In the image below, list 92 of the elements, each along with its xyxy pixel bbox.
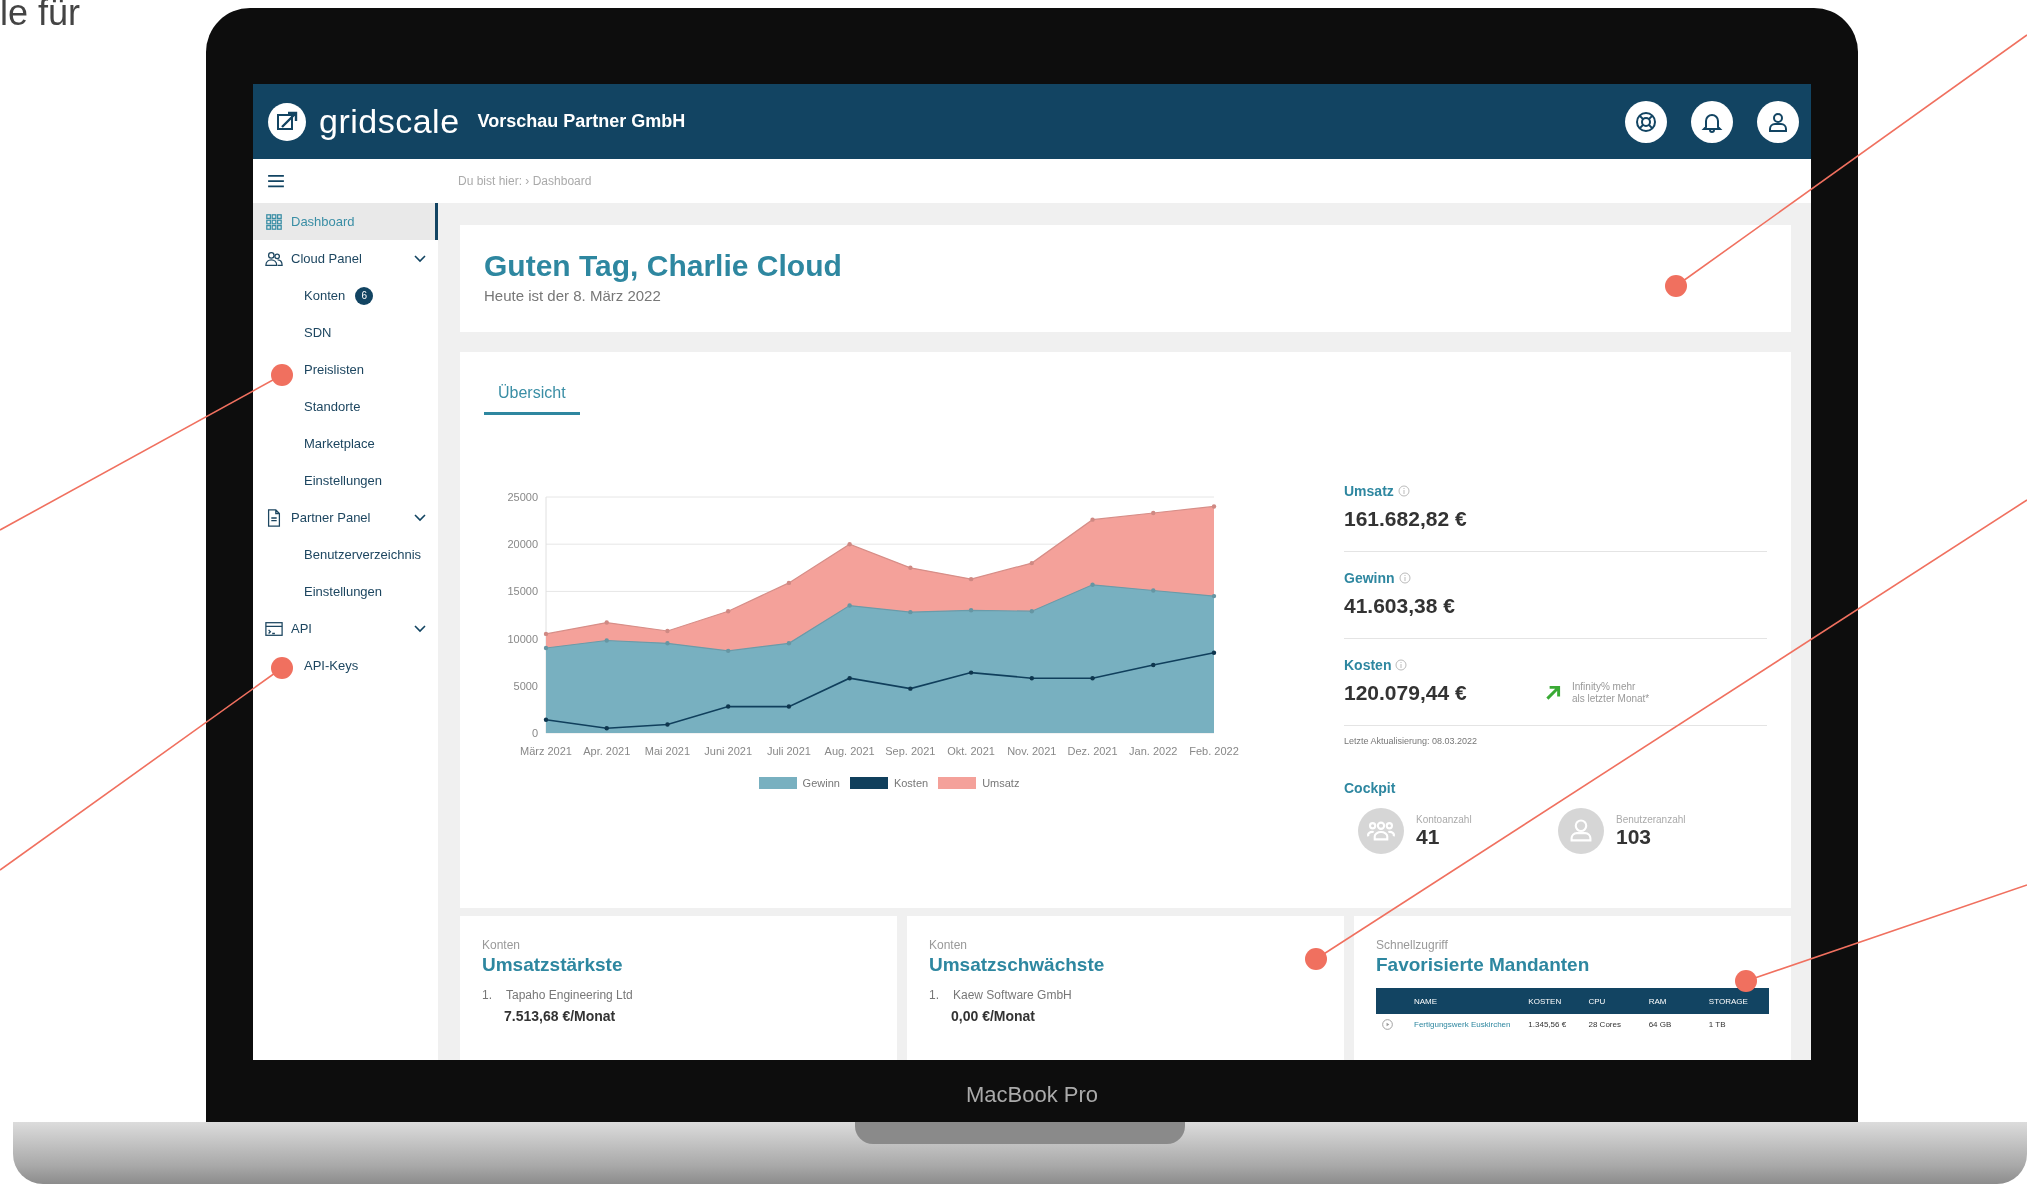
sidebar-subitem[interactable]: API-Keys — [253, 647, 438, 684]
card-kicker: Konten — [929, 938, 968, 952]
x-tick-label: Juni 2021 — [704, 745, 753, 757]
cockpit-label: Kontoanzahl — [1416, 813, 1472, 825]
column-header: STORAGE — [1708, 996, 1749, 1006]
y-tick-label: 25000 — [507, 491, 538, 503]
chevron-icon[interactable] — [414, 513, 426, 522]
sidebar-subitem[interactable]: Einstellungen — [253, 462, 438, 499]
sidebar-item[interactable]: API — [253, 610, 438, 647]
column-header: KOSTEN — [1528, 996, 1563, 1006]
card-title: Umsatzschwächste — [929, 954, 1105, 976]
card-kicker: Schnellzugriff — [1376, 938, 1448, 952]
rank-number: 1. — [929, 988, 939, 1002]
column-header: CPU — [1588, 996, 1607, 1006]
logo-icon — [267, 101, 307, 142]
cockpit-heading: Cockpit — [1344, 780, 1397, 796]
sidebar-subitem[interactable]: Preislisten — [253, 351, 438, 388]
x-tick-label: März 2021 — [520, 745, 572, 757]
table-cell-text: 1 TB — [1708, 1019, 1727, 1029]
stat-value: 161.682,82 € — [1344, 507, 1468, 531]
account-name: Tapaho Engineering Ltd — [506, 988, 633, 1002]
rank-number: 1. — [482, 988, 492, 1002]
x-tick-label: Nov. 2021 — [1007, 745, 1057, 757]
y-tick-label: 20000 — [507, 538, 538, 551]
sidebar-item[interactable]: Cloud Panel — [253, 240, 438, 277]
overview-tab[interactable]: Übersicht — [484, 378, 580, 415]
x-tick-label: Okt. 2021 — [947, 745, 995, 757]
x-tick-label: Feb. 2022 — [1189, 745, 1239, 757]
monthly-amount: 7.513,68 €/Monat — [503, 1008, 617, 1024]
cockpit-label: Benutzeranzahl — [1616, 813, 1686, 825]
user-avatar-icon — [1558, 808, 1604, 854]
sidebar-subitem[interactable]: Standorte — [253, 388, 438, 425]
x-tick-label: Juli 2021 — [766, 745, 811, 757]
document-icon — [265, 508, 283, 527]
sidebar-subitem[interactable]: Einstellungen — [253, 573, 438, 610]
column-header: NAME — [1414, 996, 1439, 1006]
cockpit-value: 41 — [1416, 824, 1441, 849]
sidebar-subitem[interactable]: Benutzerverzeichnis — [253, 536, 438, 573]
chevron-icon[interactable] — [414, 624, 426, 633]
help-button[interactable] — [1625, 100, 1667, 143]
terminal-icon — [265, 619, 283, 638]
table-cell-text: 1.345,56 € — [1528, 1019, 1568, 1029]
count-badge: 6 — [355, 286, 374, 305]
client-link[interactable]: Fertigungswerk Euskirchen — [1414, 1019, 1523, 1029]
x-tick-label: Sep. 2021 — [885, 745, 936, 757]
stat-label: Kosten — [1344, 657, 1392, 673]
group-avatar-icon — [1358, 808, 1404, 854]
chevron-icon[interactable] — [414, 254, 426, 263]
greeting-title: Guten Tag, Charlie Cloud — [484, 249, 843, 283]
sidebar-subitem[interactable]: Marketplace — [253, 425, 438, 462]
account-button[interactable] — [1757, 100, 1799, 143]
people-icon — [265, 249, 283, 268]
stat-value: 120.079,44 € — [1344, 681, 1468, 705]
last-update-text: Letzte Aktualisierung: 08.03.2022 — [1344, 736, 1479, 746]
sidebar-subitem[interactable]: Konten 6 — [253, 277, 438, 314]
x-tick-label: Apr. 2021 — [583, 745, 631, 757]
x-tick-label: Jan. 2022 — [1129, 745, 1178, 757]
monthly-amount: 0,00 €/Monat — [950, 1008, 1037, 1024]
y-tick-label: 10000 — [507, 632, 538, 645]
stat-label: Umsatz — [1344, 483, 1394, 499]
trend-text: Infinity% mehr als letzter Monat* — [1572, 681, 1650, 705]
card-title: Umsatzstärkste — [482, 954, 623, 976]
y-tick-label: 0 — [531, 727, 538, 739]
notifications-button[interactable] — [1691, 100, 1733, 143]
sidebar-subitem[interactable]: SDN — [253, 314, 438, 351]
y-tick-label: 5000 — [513, 679, 538, 692]
card-title: Favorisierte Mandanten — [1376, 954, 1590, 976]
grid-icon — [265, 212, 283, 231]
brand-name: gridscale — [319, 102, 460, 141]
card-kicker: Konten — [482, 938, 521, 952]
breadcrumb: Du bist hier: › Dashboard — [458, 174, 592, 188]
table-cell-text: 64 GB — [1648, 1019, 1673, 1029]
stat-value: 41.603,38 € — [1344, 594, 1456, 618]
x-tick-label: Dez. 2021 — [1067, 745, 1118, 757]
table-cell-text: 28 Cores — [1588, 1019, 1622, 1029]
legend-label: Umsatz — [982, 777, 1020, 789]
sidebar-item[interactable]: Partner Panel — [253, 499, 438, 536]
column-header: RAM — [1648, 996, 1668, 1006]
x-tick-label: Mai 2021 — [644, 745, 691, 757]
cockpit-value: 103 — [1616, 824, 1653, 849]
legend-label: Gewinn — [802, 777, 840, 789]
arrow-up-right-icon — [1544, 684, 1562, 702]
date-text: Heute ist der 8. März 2022 — [484, 287, 662, 304]
stat-label: Gewinn — [1344, 570, 1395, 586]
legend-label: Kosten — [893, 777, 929, 789]
menu-icon[interactable] — [267, 174, 285, 188]
company-name: Vorschau Partner GmbH — [477, 111, 686, 132]
account-name: Kaew Software GmbH — [953, 988, 1072, 1002]
device-label: MacBook Pro — [964, 1082, 1100, 1108]
y-tick-label: 15000 — [507, 585, 538, 598]
lifebuoy-icon — [1634, 109, 1658, 134]
x-tick-label: Aug. 2021 — [824, 745, 875, 757]
